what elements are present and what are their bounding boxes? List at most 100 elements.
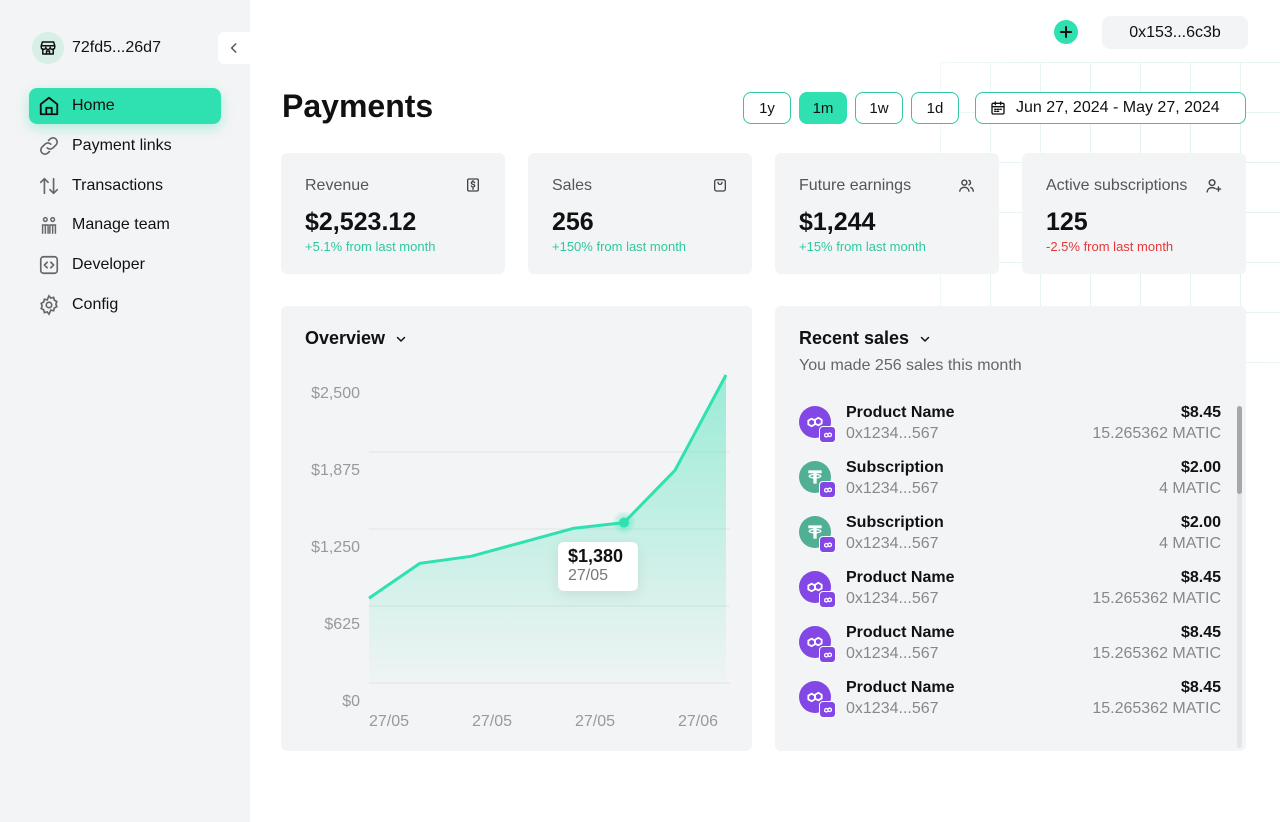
range-1d-button[interactable]: 1d [911,92,959,124]
sale-amount: $8.45 [1180,624,1221,641]
range-1y-button[interactable]: 1y [743,92,791,124]
calendar-icon [991,101,1005,115]
sale-name: Product Name [846,679,955,696]
sale-address: 0x1234...567 [846,645,939,662]
recent-sales-list: Product Name 0x1234...567 $8.45 15.265362 M… [799,404,1221,734]
stat-value: $1,244 [799,208,876,236]
arrows-icon [39,177,59,194]
sale-token-amount: 15.265362 MATIC [1092,590,1221,607]
polygon-badge-icon [819,426,836,443]
sale-amount: $8.45 [1180,404,1221,421]
team-icon [41,217,57,235]
sale-row[interactable]: Product Name 0x1234...567 $8.45 15.265362 M… [799,679,1221,734]
overview-title: Overview [305,328,386,348]
store-selector[interactable]: 72fd5...26d7 [32,32,161,64]
recent-sales-dropdown[interactable]: Recent sales [799,328,931,349]
users-icon [959,179,974,192]
sale-amount: $8.45 [1180,569,1221,586]
sale-amount: $8.45 [1180,679,1221,696]
range-1w-button[interactable]: 1w [855,92,903,124]
recent-sales-panel: Recent sales You made 256 sales this mon… [775,306,1246,751]
sale-amount: $2.00 [1180,459,1221,476]
polygon-badge-icon [819,591,836,608]
dollar-icon [467,178,479,192]
sale-name: Subscription [846,459,944,476]
polygon-badge-icon [819,701,836,718]
stat-value: 256 [552,208,594,236]
sidebar-item-label: Payment links [72,136,172,154]
sidebar-nav: Home Payment links Transactions Manage t… [29,88,221,327]
sale-address: 0x1234...567 [846,700,939,717]
sale-row[interactable]: Product Name 0x1234...567 $8.45 15.265362 M… [799,404,1221,459]
sidebar-item-label: Developer [72,256,145,274]
collapse-sidebar-button[interactable] [218,32,250,64]
stat-card-active-subscriptions: Active subscriptions 125 -2.5% from last… [1022,153,1246,274]
stat-change: +150% from last month [552,239,687,254]
stat-card-future-earnings: Future earnings $1,244 +15% from last mo… [775,153,999,274]
sidebar-item-label: Config [72,295,119,313]
tooltip-value: $1,380 [568,546,624,566]
stat-change: -2.5% from last month [1046,239,1174,254]
sale-name: Subscription [846,514,944,531]
stat-card-sales: Sales 256 +150% from last month [528,153,752,274]
sale-amount: $2.00 [1180,514,1221,531]
stat-title: Revenue [305,177,370,194]
tooltip-date: 27/05 [568,567,609,584]
stat-change: +5.1% from last month [305,239,436,254]
stat-change: +15% from last month [799,239,926,254]
polygon-badge-icon [819,646,836,663]
sale-token-amount: 4 MATIC [1159,480,1221,497]
sidebar-item-transactions[interactable]: Transactions [29,168,221,204]
chart-tooltip: $1,380 27/05 [558,542,638,591]
plus-icon [1060,26,1072,38]
sidebar-item-label: Home [72,97,115,114]
chevron-left-icon [230,43,237,53]
add-button[interactable] [1054,20,1078,44]
sidebar: 72fd5...26d7 Home Payment links Transact… [0,0,250,822]
sale-address: 0x1234...567 [846,480,939,497]
stat-value: $2,523.12 [305,208,417,236]
code-icon [39,256,59,275]
sale-address: 0x1234...567 [846,590,939,607]
sidebar-item-payment-links[interactable]: Payment links [29,128,221,164]
polygon-badge-icon [819,481,836,498]
chevron-down-icon [396,336,406,342]
sale-row[interactable]: Product Name 0x1234...567 $8.45 15.265362 M… [799,624,1221,679]
wallet-address-button[interactable]: 0x153...6c3b [1102,16,1248,49]
sale-token-amount: 4 MATIC [1159,535,1221,552]
user-plus-icon [1206,179,1222,193]
sale-token-amount: 15.265362 MATIC [1092,645,1221,662]
date-range-picker[interactable]: Jun 27, 2024 - May 27, 2024 [975,92,1246,124]
sale-name: Product Name [846,569,955,586]
recent-sales-title: Recent sales [799,328,910,348]
sale-row[interactable]: Subscription 0x1234...567 $2.00 4 MATIC [799,459,1221,514]
home-icon [39,96,59,116]
sidebar-item-manage-team[interactable]: Manage team [29,207,221,243]
sale-row[interactable]: Product Name 0x1234...567 $8.45 15.265362 M… [799,569,1221,624]
polygon-badge-icon [819,536,836,553]
sidebar-item-label: Manage team [72,216,170,234]
stat-title: Future earnings [799,177,912,194]
recent-sales-subtitle: You made 256 sales this month [799,357,1022,374]
gear-icon [40,294,58,316]
range-1m-button[interactable]: 1m [799,92,847,124]
sale-name: Product Name [846,624,955,641]
scroll-thumb[interactable] [1237,406,1242,494]
sidebar-item-config[interactable]: Config [29,287,221,323]
sales-scrollbar[interactable] [1237,406,1242,748]
sidebar-item-developer[interactable]: Developer [29,247,221,283]
sidebar-item-home[interactable]: Home [29,88,221,124]
overview-dropdown[interactable]: Overview [305,328,407,349]
stat-value: 125 [1046,208,1088,236]
stat-title: Active subscriptions [1046,177,1188,194]
sale-name: Product Name [846,404,955,421]
bag-icon [714,179,726,192]
stat-title: Sales [552,177,593,194]
date-range-text: Jun 27, 2024 - May 27, 2024 [1016,99,1220,116]
overview-panel: Overview [281,306,752,751]
store-name: 72fd5...26d7 [72,39,161,56]
link-icon [40,136,58,155]
sale-row[interactable]: Subscription 0x1234...567 $2.00 4 MATIC [799,514,1221,569]
sale-address: 0x1234...567 [846,535,939,552]
chevron-down-icon [920,336,930,342]
